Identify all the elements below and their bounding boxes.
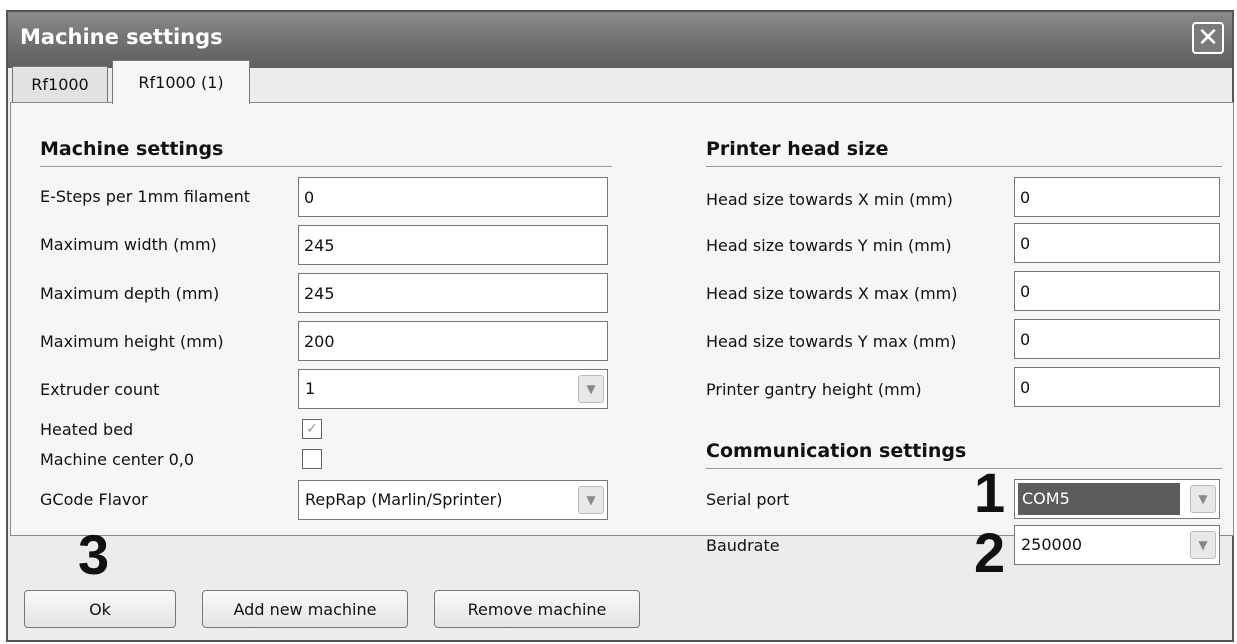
section-divider [706, 468, 1222, 469]
gcode-flavor-value: RepRap (Marlin/Sprinter) [305, 490, 503, 509]
ok-button[interactable]: Ok [24, 590, 176, 628]
callout-1: 1 [974, 461, 1006, 524]
gcode-flavor-select[interactable]: RepRap (Marlin/Sprinter) ▼ [298, 480, 608, 520]
max-width-label: Maximum width (mm) [40, 235, 217, 254]
section-divider [40, 166, 612, 167]
max-width-input[interactable] [298, 225, 608, 265]
head-y-min-label: Head size towards Y min (mm) [706, 236, 952, 255]
head-x-min-input[interactable] [1014, 177, 1220, 217]
head-y-min-input[interactable] [1014, 223, 1220, 263]
head-y-max-input[interactable] [1014, 319, 1220, 359]
max-depth-label: Maximum depth (mm) [40, 284, 220, 303]
head-y-max-label: Head size towards Y max (mm) [706, 332, 957, 351]
tab-label: Rf1000 [31, 75, 89, 94]
head-x-max-label: Head size towards X max (mm) [706, 284, 958, 303]
serial-port-select[interactable]: COM5 ▼ [1014, 479, 1220, 519]
gantry-height-input[interactable] [1014, 367, 1220, 407]
gcode-flavor-label: GCode Flavor [40, 490, 148, 509]
e-steps-input[interactable] [298, 177, 608, 217]
gantry-height-label: Printer gantry height (mm) [706, 380, 922, 399]
tab-rf1000-1[interactable]: Rf1000 (1) [112, 60, 250, 104]
max-height-input[interactable] [298, 321, 608, 361]
machine-settings-heading: Machine settings [40, 138, 224, 160]
extruder-count-label: Extruder count [40, 380, 160, 399]
add-machine-button[interactable]: Add new machine [202, 590, 408, 628]
max-depth-input[interactable] [298, 273, 608, 313]
communication-heading: Communication settings [706, 440, 967, 462]
extruder-count-select[interactable]: 1 ▼ [298, 369, 608, 409]
machine-center-checkbox[interactable] [302, 449, 322, 469]
baudrate-select[interactable]: 250000 ▼ [1014, 525, 1220, 565]
chevron-down-icon[interactable]: ▼ [578, 375, 604, 403]
serial-port-label: Serial port [706, 490, 790, 509]
baudrate-value: 250000 [1021, 535, 1083, 554]
callout-2: 2 [974, 521, 1006, 584]
remove-machine-button[interactable]: Remove machine [434, 590, 640, 628]
callout-3: 3 [78, 523, 110, 586]
head-x-max-input[interactable] [1014, 271, 1220, 311]
section-divider [706, 166, 1222, 167]
checkmark-icon: ✓ [306, 421, 318, 437]
close-icon: ✕ [1197, 23, 1219, 53]
max-height-label: Maximum height (mm) [40, 332, 224, 351]
printer-head-heading: Printer head size [706, 138, 889, 160]
chevron-down-icon[interactable]: ▼ [1190, 485, 1216, 513]
tab-rf1000[interactable]: Rf1000 [12, 66, 108, 102]
head-x-min-label: Head size towards X min (mm) [706, 190, 953, 209]
tab-label: Rf1000 (1) [138, 73, 224, 92]
serial-port-value: COM5 [1018, 483, 1180, 515]
close-button[interactable]: ✕ [1192, 22, 1224, 54]
machine-center-label: Machine center 0,0 [40, 450, 195, 469]
window-title: Machine settings [20, 25, 223, 49]
chevron-down-icon[interactable]: ▼ [1190, 531, 1216, 559]
baudrate-label: Baudrate [706, 536, 780, 555]
heated-bed-checkbox[interactable]: ✓ [302, 419, 322, 439]
chevron-down-icon[interactable]: ▼ [578, 486, 604, 514]
e-steps-label: E-Steps per 1mm filament [40, 187, 251, 206]
heated-bed-label: Heated bed [40, 420, 134, 439]
extruder-count-value: 1 [305, 379, 316, 398]
